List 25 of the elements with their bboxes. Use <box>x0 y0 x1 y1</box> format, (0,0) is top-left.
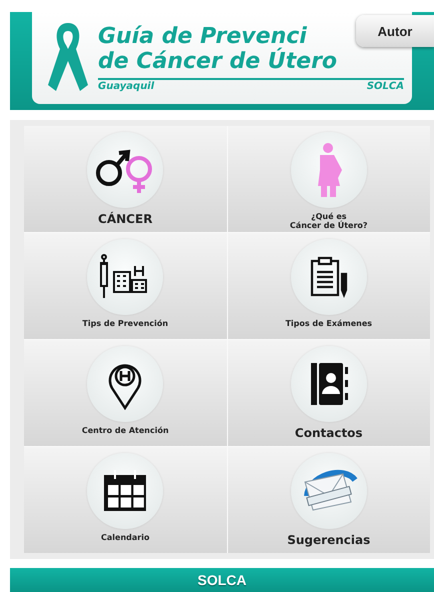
menu-tile[interactable]: Calendario <box>24 447 226 553</box>
tile-label: ¿Qué es Cáncer de Útero? <box>290 212 368 230</box>
city-label: Guayaquil <box>98 81 154 92</box>
address-book-icon <box>308 361 349 407</box>
tile-label: Tips de Prevención <box>82 319 168 328</box>
menu-tile[interactable]: CÁNCER <box>24 126 226 232</box>
tile-label: Centro de Atención <box>82 426 169 435</box>
footer-label: SOLCA <box>198 572 246 588</box>
menu-tile[interactable]: Sugerencias <box>228 447 430 553</box>
org-label: SOLCA <box>366 81 404 92</box>
menu-tile[interactable]: Contactos <box>228 340 430 446</box>
tile-label: Sugerencias <box>287 533 370 547</box>
tile-label: CÁNCER <box>98 212 152 226</box>
menu-tile[interactable]: ¿Qué es Cáncer de Útero? <box>228 126 430 232</box>
clipboard-pen-icon <box>308 256 349 298</box>
app-title: de Cáncer de Útero <box>98 49 338 74</box>
author-button[interactable]: Autor <box>356 15 434 47</box>
menu-tile[interactable]: Centro de Atención <box>24 340 226 446</box>
tile-label: Calendario <box>101 533 150 542</box>
menu-tile[interactable]: Tips de Prevención <box>24 233 226 339</box>
menu-tile[interactable]: Tipos de Exámenes <box>228 233 430 339</box>
calendar-icon <box>102 469 148 513</box>
app-title: Guía de Prevenci <box>98 24 307 49</box>
tile-label: Contactos <box>294 426 363 440</box>
tile-label: Tipos de Exámenes <box>285 319 372 328</box>
